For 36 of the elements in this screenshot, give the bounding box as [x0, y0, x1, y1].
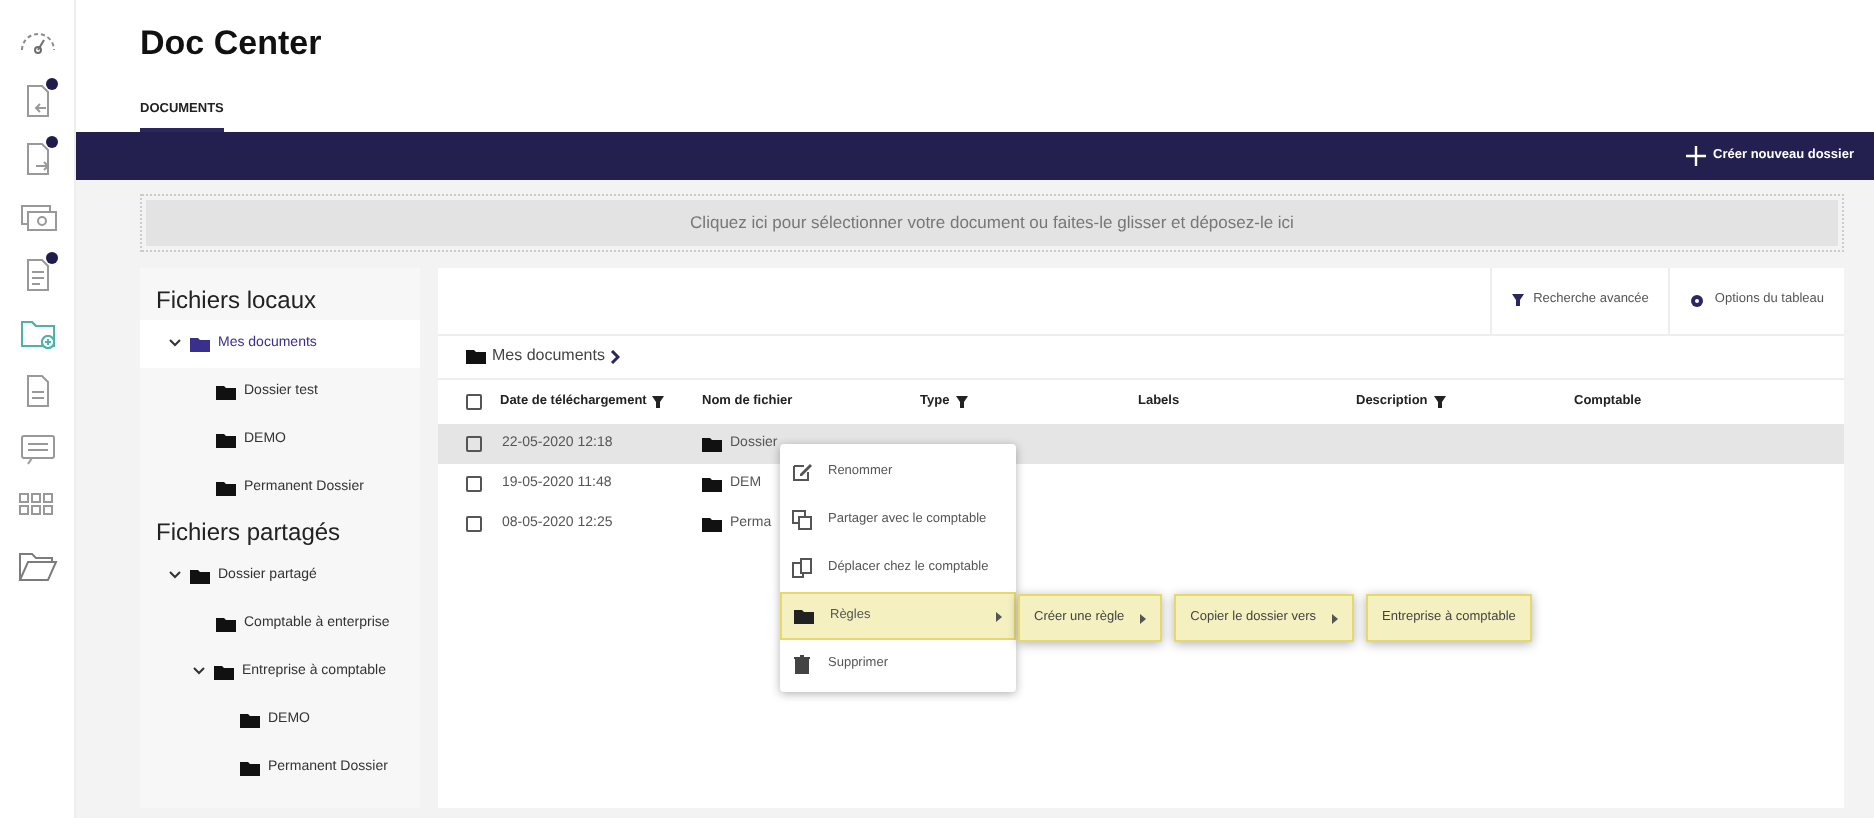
filter-icon — [1433, 395, 1446, 408]
folder-icon — [190, 335, 210, 352]
folder-icon — [702, 435, 722, 452]
folder-icon — [240, 711, 260, 728]
caret-right-icon — [1332, 613, 1339, 623]
move-icon — [792, 558, 812, 578]
folder-icon — [702, 475, 722, 492]
folder-icon — [794, 606, 814, 626]
folder-icon — [216, 383, 236, 400]
settings-icon — [1690, 293, 1705, 308]
breadcrumb-link[interactable]: Mes documents — [492, 344, 605, 369]
folder-icon — [216, 431, 236, 448]
folder-icon — [216, 479, 236, 496]
caret-right-icon — [996, 611, 1002, 621]
edit-icon — [792, 462, 812, 482]
filter-icon — [955, 395, 968, 408]
copy-icon — [792, 510, 812, 530]
header-checkbox[interactable] — [466, 393, 482, 410]
plus-icon — [1685, 146, 1706, 166]
section-title: Fichiers partagés — [154, 515, 343, 550]
folder-icon — [214, 663, 234, 680]
chevron-right-icon — [610, 349, 621, 364]
page-title: Doc Center — [140, 22, 324, 66]
row-checkbox[interactable] — [466, 435, 482, 452]
trash-icon — [792, 654, 812, 674]
folder-icon — [216, 615, 236, 632]
row-checkbox[interactable] — [466, 515, 482, 532]
row-checkbox[interactable] — [466, 475, 482, 492]
caret-right-icon — [1140, 613, 1147, 623]
folder-icon — [240, 759, 260, 776]
folder-icon — [466, 348, 486, 365]
section-title: Fichiers locaux — [154, 283, 319, 318]
folder-icon — [190, 567, 210, 584]
folder-icon — [702, 515, 722, 532]
filter-icon — [1511, 294, 1524, 307]
filter-icon — [652, 395, 665, 408]
